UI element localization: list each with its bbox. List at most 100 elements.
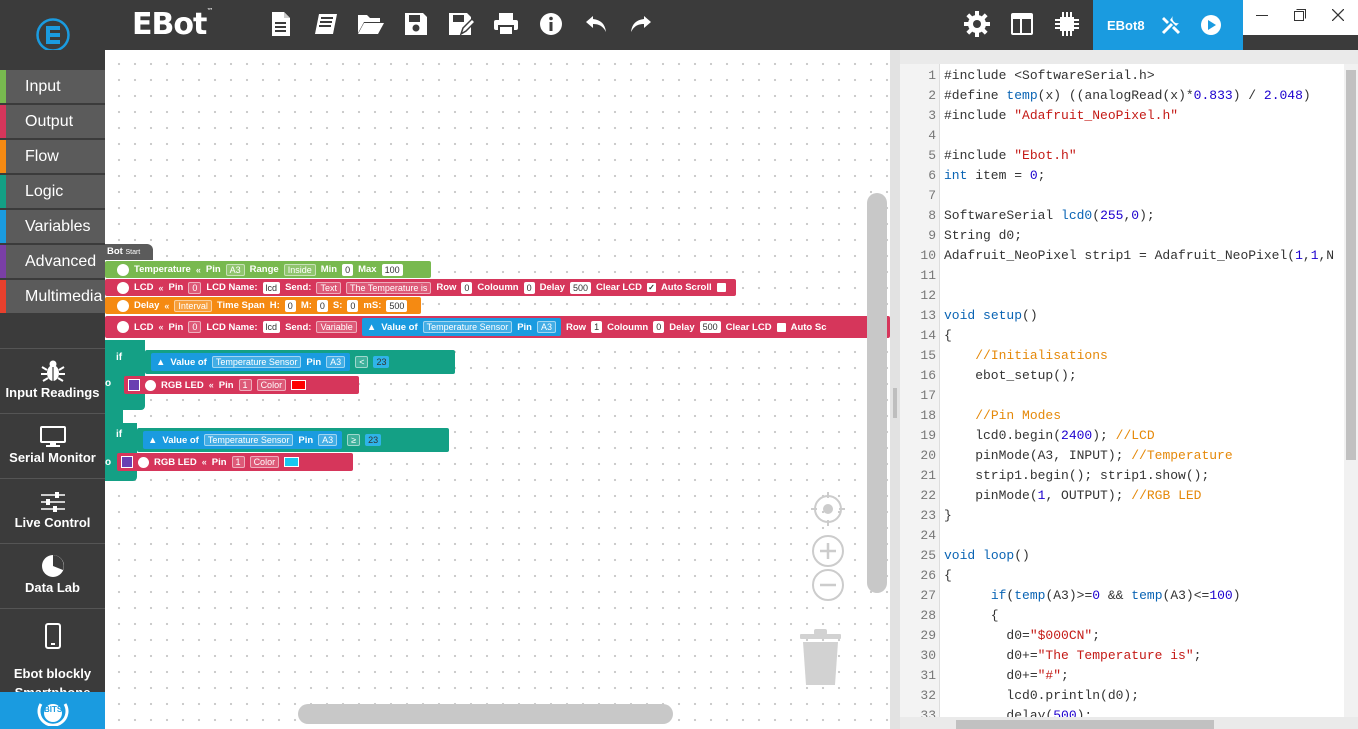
code-line[interactable]: 11: [900, 266, 1344, 286]
hours-field[interactable]: 0: [284, 299, 296, 312]
recenter-icon[interactable]: [811, 492, 845, 526]
code-line[interactable]: 13 void setup(): [900, 306, 1344, 326]
layout-icon[interactable]: [1003, 8, 1040, 40]
zoom-in-icon[interactable]: [811, 534, 845, 568]
maximize-icon[interactable]: [1281, 0, 1319, 30]
number-field[interactable]: 23: [373, 356, 390, 368]
code-line[interactable]: 10 Adafruit_NeoPixel strip1 = Adafruit_Ne…: [900, 246, 1344, 266]
code-editor[interactable]: 1 #include <SoftwareSerial.h> 2 #define tem…: [900, 64, 1344, 717]
block-workspace[interactable]: Bot Start Temperature « Pin A3 Range Ins…: [105, 50, 890, 729]
tool-data-lab[interactable]: Data Lab: [0, 543, 105, 607]
gear-icon[interactable]: [958, 8, 995, 40]
code-line[interactable]: 1 #include <SoftwareSerial.h>: [900, 66, 1344, 86]
code-line[interactable]: 25 void loop(): [900, 546, 1344, 566]
category-output[interactable]: Output: [0, 105, 105, 138]
sensor-pin-dropdown[interactable]: A3: [326, 356, 346, 368]
trash-icon[interactable]: [798, 628, 843, 688]
code-line[interactable]: 7: [900, 186, 1344, 206]
save-as-icon[interactable]: [442, 8, 479, 40]
code-line[interactable]: 33 delay(500);: [900, 706, 1344, 717]
tools-icon[interactable]: [1151, 9, 1191, 41]
number-field[interactable]: 23: [365, 434, 382, 446]
minutes-field[interactable]: 0: [316, 299, 328, 312]
lcd-name-field[interactable]: lcd: [262, 321, 281, 333]
sensor-value-block[interactable]: ▲ Value of Temperature Sensor Pin A3: [361, 318, 561, 336]
row-field[interactable]: 0: [461, 281, 473, 294]
code-vertical-thumb[interactable]: [1346, 70, 1356, 460]
open-book-icon[interactable]: [307, 8, 344, 40]
ebot-start-block[interactable]: Bot Start: [105, 244, 153, 260]
code-line[interactable]: 23}: [900, 506, 1344, 526]
compare-block[interactable]: ▲ Value of Temperature Sensor Pin A3 ≥ 2…: [137, 428, 449, 452]
zoom-out-icon[interactable]: [811, 568, 845, 602]
lcd-name-field[interactable]: lcd: [262, 281, 281, 294]
device-tab[interactable]: EBot8: [1093, 0, 1243, 50]
close-icon[interactable]: [1319, 0, 1357, 30]
code-line[interactable]: 32 lcd0.println(d0);: [900, 686, 1344, 706]
category-advanced[interactable]: Advanced: [0, 245, 105, 278]
code-line[interactable]: 9 String d0;: [900, 226, 1344, 246]
clear-lcd-checkbox[interactable]: ✓: [646, 283, 656, 292]
redo-icon[interactable]: [622, 8, 659, 40]
workspace-vertical-scrollbar[interactable]: [867, 193, 887, 593]
play-icon[interactable]: [1191, 9, 1231, 41]
code-line[interactable]: 26{: [900, 566, 1344, 586]
sensor-dropdown[interactable]: Temperature Sensor: [203, 434, 294, 446]
category-logic[interactable]: Logic: [0, 175, 105, 208]
range-dropdown[interactable]: Inside: [283, 263, 316, 276]
clear-lcd-checkbox[interactable]: [776, 322, 786, 332]
max-field[interactable]: 100: [381, 263, 403, 276]
rgb-led-block[interactable]: RGB LED « Pin 1 Color: [117, 453, 353, 471]
code-line[interactable]: 31 d0+="#";: [900, 666, 1344, 686]
code-line[interactable]: 16 ebot_setup();: [900, 366, 1344, 386]
led-pin-dropdown[interactable]: 1: [238, 379, 252, 391]
color-swatch[interactable]: [291, 380, 307, 390]
print-icon[interactable]: [487, 8, 524, 40]
undo-icon[interactable]: [577, 8, 614, 40]
tool-live-control[interactable]: Live Control: [0, 478, 105, 542]
compare-block[interactable]: ▲ Value of Temperature Sensor Pin A3 < 2…: [145, 350, 455, 374]
send-dropdown[interactable]: Text: [316, 281, 341, 294]
code-line[interactable]: 18 //Pin Modes: [900, 406, 1344, 426]
code-line[interactable]: 30 d0+="The Temperature is";: [900, 646, 1344, 666]
sensor-pin-dropdown[interactable]: A3: [536, 321, 556, 333]
code-line[interactable]: 15 //Initialisations: [900, 346, 1344, 366]
code-line[interactable]: 22 pinMode(1, OUTPUT); //RGB LED: [900, 486, 1344, 506]
code-vertical-scrollbar[interactable]: [1344, 64, 1358, 717]
sensor-dropdown[interactable]: Temperature Sensor: [211, 356, 302, 368]
color-dropdown[interactable]: Color: [249, 456, 280, 468]
code-line[interactable]: 3 #include "Adafruit_NeoPixel.h": [900, 106, 1344, 126]
milliseconds-field[interactable]: 500: [386, 299, 408, 312]
led-pin-dropdown[interactable]: 1: [231, 456, 245, 468]
text-field[interactable]: The Temperature is: [345, 281, 432, 294]
lcd-text-block[interactable]: LCD « Pin 0 LCD Name: lcd Send: Text The…: [105, 279, 736, 296]
code-line[interactable]: 20 pinMode(A3, INPUT); //Temperature: [900, 446, 1344, 466]
sensor-pin-dropdown[interactable]: A3: [318, 434, 338, 446]
color-swatch[interactable]: [284, 457, 300, 467]
row-field[interactable]: 1: [591, 321, 603, 333]
rgb-led-block[interactable]: RGB LED « Pin 1 Color: [124, 376, 359, 394]
info-icon[interactable]: [532, 8, 569, 40]
code-horizontal-scrollbar[interactable]: [956, 720, 1214, 729]
workspace-horizontal-scrollbar[interactable]: [298, 704, 673, 724]
code-line[interactable]: 12: [900, 286, 1344, 306]
pin-dropdown[interactable]: 0: [188, 321, 202, 333]
delay-block[interactable]: Delay « Interval Time Span H: 0 M: 0 S: …: [105, 297, 421, 314]
code-line[interactable]: 8 SoftwareSerial lcd0(255,0);: [900, 206, 1344, 226]
code-line[interactable]: 19 lcd0.begin(2400); //LCD: [900, 426, 1344, 446]
temperature-block[interactable]: Temperature « Pin A3 Range Inside Min 0 …: [105, 261, 431, 278]
operator-dropdown[interactable]: <: [355, 356, 369, 368]
pane-splitter[interactable]: [890, 50, 900, 729]
send-dropdown[interactable]: Variable: [316, 321, 357, 333]
code-line[interactable]: 17: [900, 386, 1344, 406]
operator-dropdown[interactable]: ≥: [347, 434, 361, 446]
tool-smartphone[interactable]: Ebot blockly Smartphone: [0, 608, 105, 692]
sensor-value-block[interactable]: ▲ Value of Temperature Sensor Pin A3: [143, 431, 343, 449]
code-line[interactable]: 27 if(temp(A3)>=0 && temp(A3)<=100): [900, 586, 1344, 606]
new-file-icon[interactable]: [262, 8, 299, 40]
minimize-icon[interactable]: [1243, 0, 1281, 30]
min-field[interactable]: 0: [342, 263, 354, 276]
code-line[interactable]: 4: [900, 126, 1344, 146]
delay-field[interactable]: 500: [569, 281, 591, 294]
code-line[interactable]: 5 #include "Ebot.h": [900, 146, 1344, 166]
